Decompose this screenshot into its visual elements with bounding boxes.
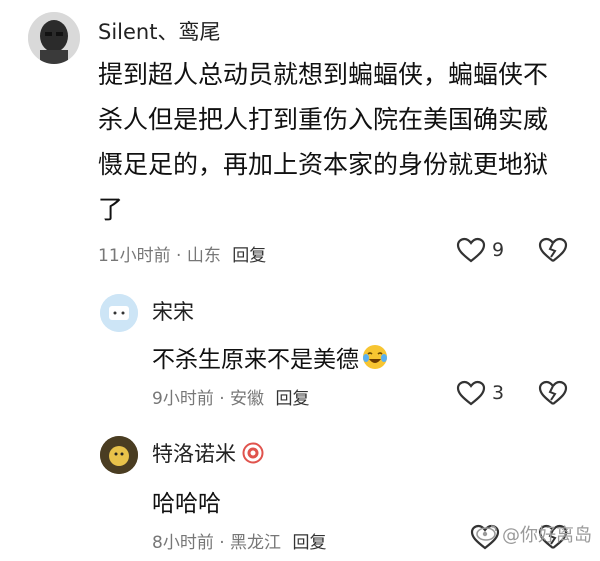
user-badge-icon — [242, 442, 264, 464]
username[interactable]: 宋宋 — [152, 296, 194, 326]
avatar[interactable] — [100, 294, 138, 332]
heart-icon — [456, 237, 486, 263]
heart-icon — [456, 380, 486, 406]
reply-button[interactable]: 回复 — [232, 246, 266, 266]
watermark-text: @你好离岛 — [502, 525, 592, 546]
comment-text: 提到超人总动员就想到蝙蝠侠，蝙蝠侠不 杀人但是把人打到重伤入院在美国确实威 慑足… — [98, 52, 578, 232]
username[interactable]: 特洛诺米 — [152, 438, 264, 468]
weibo-logo-icon — [476, 523, 498, 546]
comment-text-line: 杀人但是把人打到重伤入院在美国确实威 — [98, 105, 549, 134]
crying-laughing-emoji-icon — [361, 343, 389, 371]
dislike-broken-heart-icon[interactable] — [538, 380, 568, 406]
reply-button[interactable]: 回复 — [292, 533, 326, 553]
meta-separator: · — [176, 246, 182, 266]
username-text: 特洛诺米 — [152, 442, 236, 466]
like-count: 3 — [492, 382, 505, 404]
like-button[interactable]: 9 — [456, 237, 504, 263]
avatar[interactable] — [100, 436, 138, 474]
dislike-broken-heart-icon[interactable] — [538, 237, 568, 263]
timestamp: 9小时前 — [152, 389, 214, 409]
reply-item: 宋宋 不杀生原来不是美德 9小时前 · 安徽 回复 3 — [0, 280, 600, 420]
comment-text-line: 慑足足的，再加上资本家的身份就更地狱 — [98, 150, 549, 179]
location: 黑龙江 — [230, 533, 282, 553]
reply-text: 哈哈哈 — [152, 491, 221, 517]
comment-meta: 9小时前 · 安徽 回复 — [152, 384, 309, 409]
comment-meta: 8小时前 · 黑龙江 回复 — [152, 528, 326, 553]
like-count: 9 — [492, 239, 505, 261]
timestamp: 11小时前 — [98, 246, 171, 266]
username[interactable]: Silent、鸾尾 — [98, 16, 220, 46]
watermark: @你好离岛 — [476, 521, 592, 547]
reply-text: 不杀生原来不是美德 — [152, 340, 389, 374]
reply-button[interactable]: 回复 — [275, 389, 309, 409]
location: 山东 — [186, 246, 221, 266]
meta-separator: · — [219, 533, 225, 553]
location: 安徽 — [230, 389, 265, 409]
avatar[interactable] — [28, 12, 80, 64]
comment-meta: 11小时前 · 山东 回复 — [98, 241, 266, 266]
comment-text-line: 了 — [98, 195, 124, 224]
meta-separator: · — [219, 389, 225, 409]
comment-item: Silent、鸾尾 提到超人总动员就想到蝙蝠侠，蝙蝠侠不 杀人但是把人打到重伤入… — [0, 0, 600, 270]
comment-text-line: 提到超人总动员就想到蝙蝠侠，蝙蝠侠不 — [98, 60, 549, 89]
like-button[interactable]: 3 — [456, 380, 504, 406]
timestamp: 8小时前 — [152, 533, 214, 553]
reply-text-content: 不杀生原来不是美德 — [152, 347, 359, 373]
